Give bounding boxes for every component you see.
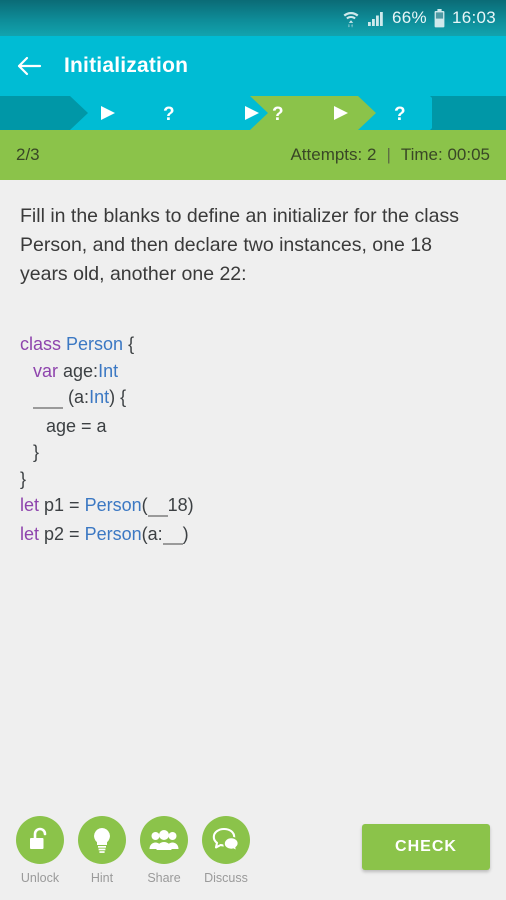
meta-separator: | [386,145,391,164]
code-line: let p2 = Person(a:__) [20,521,486,550]
code-text: 18) [167,495,194,515]
code-line: class Person { [20,331,486,358]
code-text: (a: [141,523,163,544]
code-text: (a: [63,387,90,407]
code-text: p1 = [44,495,85,515]
code-line: } [20,439,486,466]
hint-label: Hint [90,871,114,885]
question-text: Fill in the blanks to define an initiali… [20,205,459,285]
attempts-label: Attempts: 2 [290,145,377,164]
lightbulb-icon [78,816,126,864]
svg-text:?: ? [394,104,406,125]
code-text: p2 = [44,523,85,544]
discuss-button[interactable]: Discuss [200,816,252,885]
code-blank-field[interactable]: ___ [33,380,64,409]
unlock-label: Unlock [20,871,60,885]
code-text: } [33,442,40,462]
code-type: Int [98,360,119,381]
wifi-icon [342,8,360,28]
bottom-action-bar: Unlock Hint Share Discuss CHECK [0,804,506,900]
code-type: Int [89,387,110,407]
back-arrow-icon[interactable] [16,53,42,79]
svg-text:?: ? [272,104,284,125]
time-label: Time: 00:05 [400,145,490,164]
speech-bubbles-icon [202,816,250,864]
code-text: ) { [109,387,127,407]
people-group-icon [140,816,188,864]
breadcrumb-steps: ? ? ? [0,96,506,130]
meta-bar: 2/3 Attempts: 2 | Time: 00:05 [0,130,506,180]
code-keyword: let [20,523,45,544]
code-snippet[interactable]: class Person {var age:Int___ (a:Int) {ag… [20,331,486,549]
unlock-button[interactable]: Unlock [14,816,66,885]
svg-text:?: ? [163,104,175,125]
code-line: } [20,466,486,493]
breadcrumb-step-4-current: ? [250,96,382,130]
app-bar: Initialization [0,36,506,96]
share-label: Share [147,871,181,885]
code-text: } [20,468,27,489]
code-type: Person [66,334,124,354]
code-text: { [123,334,135,354]
code-line: age = a [20,413,486,440]
code-line: ___ (a:Int) { [20,384,486,413]
unlock-padlock-icon [16,816,64,864]
battery-icon [434,8,445,28]
hint-button[interactable]: Hint [76,816,128,885]
code-blank-field[interactable]: __ [162,517,183,545]
code-blank-field[interactable]: __ [147,488,168,517]
code-text: age = a [46,415,107,436]
code-keyword: let [20,495,45,515]
clock-label: 16:03 [451,8,496,27]
status-bar: 66% 16:03 [0,0,506,36]
code-type: Person [84,523,142,544]
content-area: Fill in the blanks to define an initiali… [0,180,506,900]
progress-label: 2/3 [16,145,40,164]
action-buttons: Unlock Hint Share Discuss [14,816,252,885]
share-button[interactable]: Share [138,816,190,885]
code-text: ) [182,523,189,544]
code-line: let p1 = Person(__18) [20,492,486,521]
battery-percent-label: 66% [392,8,427,27]
code-line: var age:Int [20,358,486,385]
code-text: age: [63,360,99,381]
code-keyword: class [20,334,67,354]
breadcrumb[interactable]: ? ? ? [0,96,506,130]
check-button[interactable]: CHECK [362,824,490,870]
code-keyword: var [33,360,64,381]
discuss-label: Discuss [204,871,248,885]
cellular-signal-icon [367,10,385,27]
page-title: Initialization [64,54,189,77]
code-type: Person [84,495,142,515]
